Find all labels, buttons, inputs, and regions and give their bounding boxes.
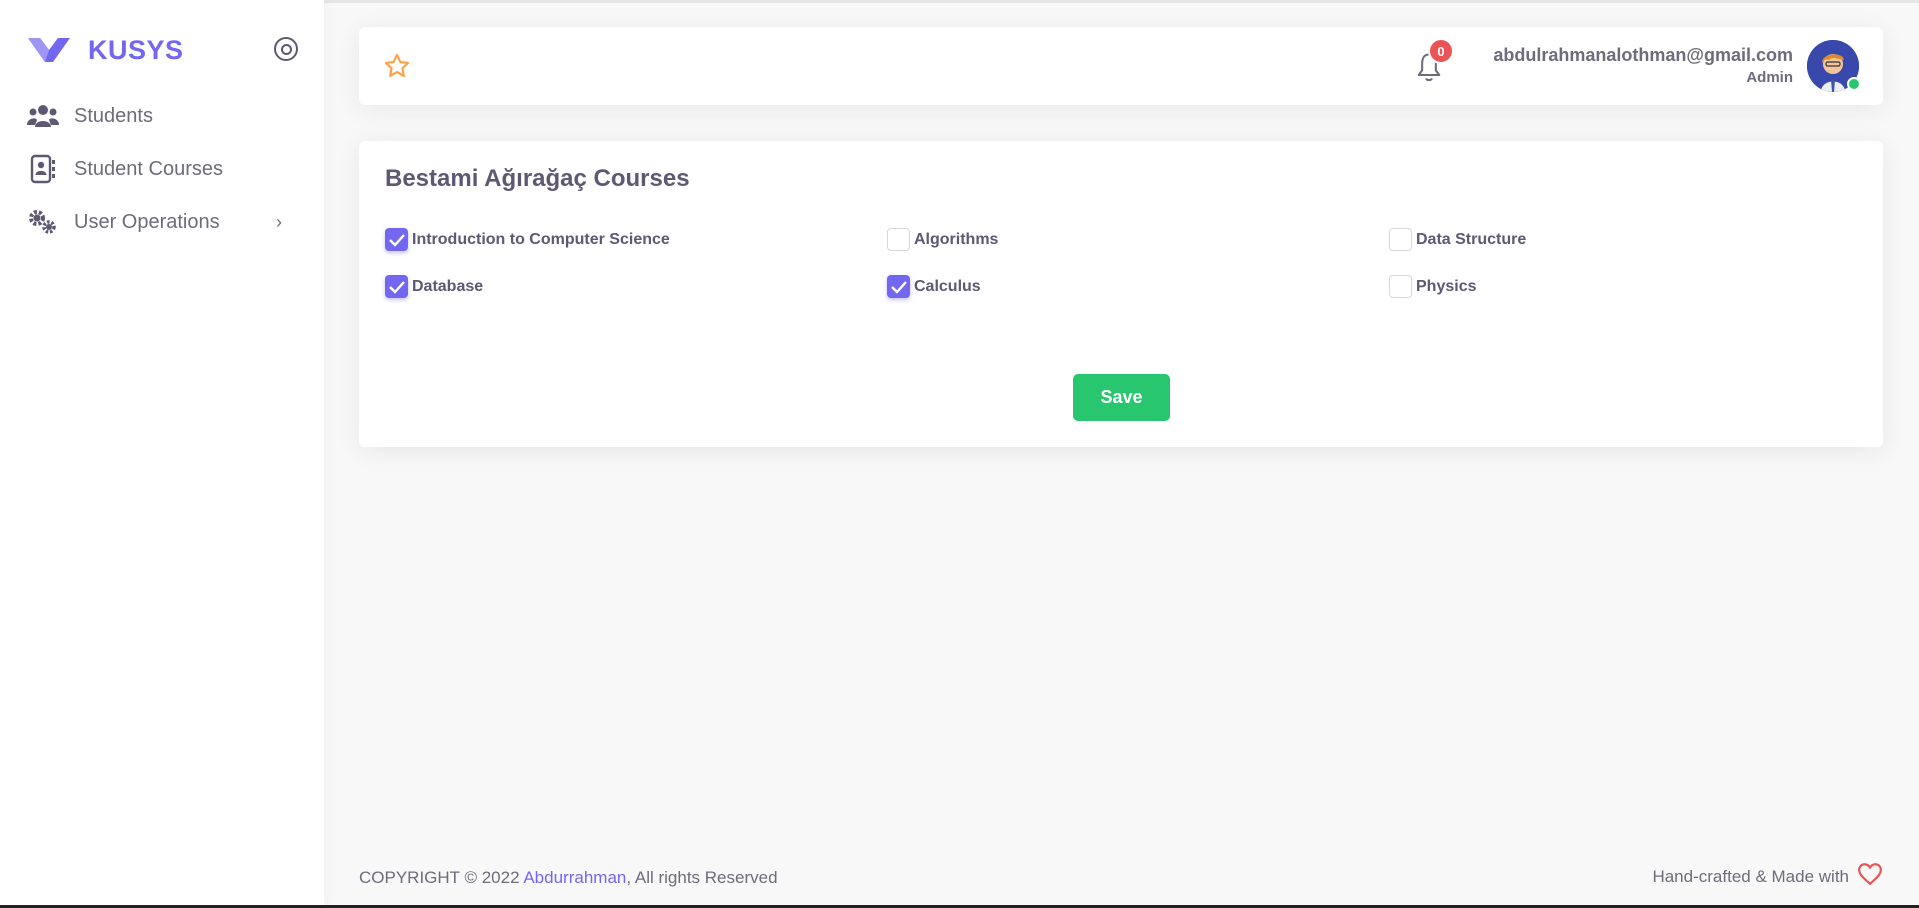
made-with-text: Hand-crafted & Made with bbox=[1652, 866, 1849, 886]
course-label: Algorithms bbox=[914, 230, 999, 248]
notification-badge: 0 bbox=[1428, 38, 1454, 64]
sidebar-item-students[interactable]: Students bbox=[26, 94, 306, 138]
users-icon bbox=[26, 99, 60, 133]
copyright-prefix: COPYRIGHT © 2022 bbox=[359, 868, 524, 887]
checkbox-unchecked[interactable] bbox=[887, 228, 910, 251]
checkbox-unchecked[interactable] bbox=[1389, 275, 1412, 298]
sidebar-item-student-courses[interactable]: Student Courses bbox=[26, 147, 306, 191]
sidebar-toggle-icon[interactable] bbox=[274, 37, 298, 61]
sidebar-item-label: User Operations bbox=[74, 210, 220, 233]
gears-icon bbox=[26, 205, 60, 239]
sidebar-item-user-operations[interactable]: User Operations › bbox=[26, 200, 306, 244]
topbar: 0 abdulrahmanalothman@gmail.com Admin bbox=[359, 27, 1883, 105]
footer-copyright: COPYRIGHT © 2022 Abdurrahman, All rights… bbox=[359, 868, 778, 888]
save-button[interactable]: Save bbox=[1073, 374, 1170, 421]
online-status-dot bbox=[1847, 77, 1861, 91]
course-checkbox-algorithms[interactable]: Algorithms bbox=[887, 228, 998, 251]
user-info[interactable]: abdulrahmanalothman@gmail.com Admin bbox=[1493, 43, 1793, 89]
chevron-right-icon: › bbox=[276, 212, 282, 232]
checkbox-checked[interactable] bbox=[385, 228, 408, 251]
top-divider bbox=[324, 0, 1919, 3]
heart-icon bbox=[1857, 862, 1883, 891]
course-label: Database bbox=[412, 277, 484, 295]
sidebar-item-label: Students bbox=[74, 104, 153, 127]
course-label: Physics bbox=[1416, 277, 1477, 295]
course-checkbox-database[interactable]: Database bbox=[385, 275, 483, 298]
courses-card: Bestami Ağırağaç Courses Introduction to… bbox=[359, 141, 1883, 447]
checkbox-checked[interactable] bbox=[385, 275, 408, 298]
course-label: Calculus bbox=[914, 277, 981, 295]
course-label: Data Structure bbox=[1416, 230, 1527, 248]
logo-icon bbox=[28, 38, 70, 62]
checkbox-unchecked[interactable] bbox=[1389, 228, 1412, 251]
course-checkbox-calculus[interactable]: Calculus bbox=[887, 275, 981, 298]
brand[interactable]: KUSYS bbox=[26, 30, 184, 70]
copyright-suffix: , All rights Reserved bbox=[626, 868, 778, 887]
contact-book-icon bbox=[26, 152, 60, 186]
user-role: Admin bbox=[1746, 69, 1793, 86]
brand-name: KUSYS bbox=[88, 34, 184, 65]
footer-credit: Hand-crafted & Made with bbox=[1652, 862, 1883, 891]
star-icon[interactable] bbox=[383, 52, 411, 80]
course-label: Introduction to Computer Science bbox=[412, 230, 670, 248]
sidebar: KUSYS Students Student Courses User Oper… bbox=[0, 0, 324, 905]
page-title: Bestami Ağırağaç Courses bbox=[385, 165, 690, 192]
sidebar-item-label: Student Courses bbox=[74, 157, 223, 180]
course-checkbox-physics[interactable]: Physics bbox=[1389, 275, 1476, 298]
course-checkbox-data-structure[interactable]: Data Structure bbox=[1389, 228, 1526, 251]
author-link[interactable]: Abdurrahman bbox=[523, 868, 626, 887]
course-checkbox-intro-cs[interactable]: Introduction to Computer Science bbox=[385, 228, 670, 251]
checkbox-checked[interactable] bbox=[887, 275, 910, 298]
user-email: abdulrahmanalothman@gmail.com bbox=[1493, 45, 1793, 65]
